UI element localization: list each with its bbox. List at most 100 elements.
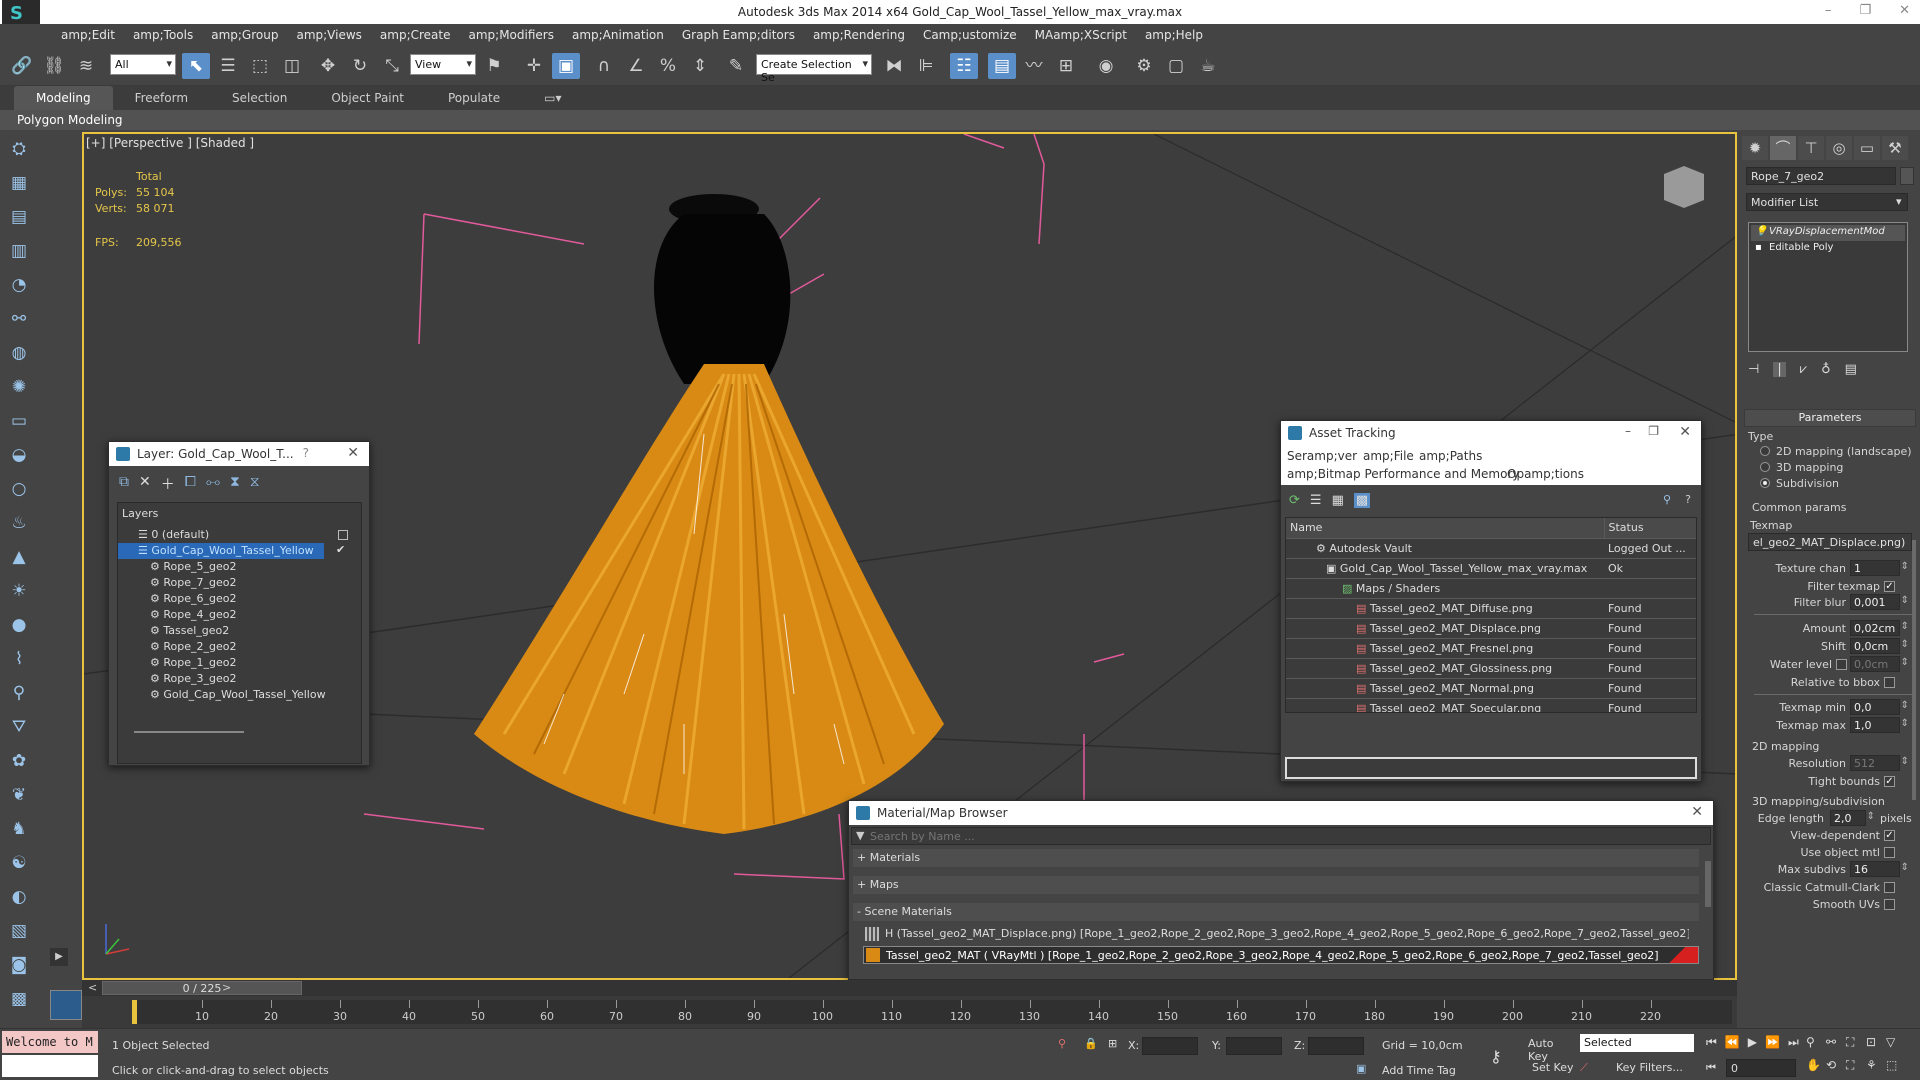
menu-graph-editors[interactable]: Graph Eamp;ditors [673,24,804,46]
set-key-icon[interactable]: ⟋ [1580,1061,1588,1075]
menu-animation[interactable]: amp;Animation [563,24,673,46]
menu-create[interactable]: amp;Create [371,24,460,46]
select-object-icon[interactable]: ⬉ [182,53,210,79]
tool-icon[interactable]: ☯ [6,850,32,876]
ribbon-options-icon[interactable]: ▭▾ [522,86,583,110]
tool-icon[interactable]: ♨ [6,510,32,536]
named-selection-sets-dropdown[interactable]: Create Selection Se [756,54,872,84]
create-tab-icon[interactable]: ✹ [1742,136,1768,160]
tool-icon[interactable]: ◐ [6,884,32,910]
walk-through-icon[interactable]: ⚘ [1866,1058,1886,1073]
close-button[interactable]: ✕ [347,445,359,461]
polygon-modeling-panel[interactable]: Polygon Modeling [0,110,1920,130]
pin-stack-icon[interactable]: ⊣ [1748,362,1759,377]
object-name-field[interactable]: Rope_7_geo2 [1746,167,1896,185]
zoom-extents-all-icon[interactable]: ⊡ [1866,1035,1886,1050]
key-icon[interactable]: ⚷ [1490,1047,1502,1066]
max-subdivs-spinner[interactable]: 16 [1850,861,1909,877]
expand-icon[interactable]: ▪ [1755,242,1762,253]
curve-editor-icon[interactable]: 〰 [1020,53,1048,79]
key-mode-dropdown[interactable]: Selected [1580,1034,1694,1052]
menu-bitmap-performance[interactable]: amp;Bitmap Performance and Memory [1287,467,1520,481]
menu-modifiers[interactable]: amp;Modifiers [459,24,562,46]
set-key-button[interactable]: Set Key [1530,1059,1578,1077]
select-manipulate-icon[interactable]: ✛ [520,53,548,79]
tab-populate[interactable]: Populate [426,86,522,110]
expand-toolbar-icon[interactable]: ▶ [50,948,68,966]
select-by-name-icon[interactable]: ☰ [214,53,242,79]
use-object-mtl-checkbox[interactable] [1884,847,1895,858]
play-icon[interactable]: ▶ [1748,1035,1757,1050]
configure-sets-icon[interactable]: ▤ [1845,362,1857,377]
tool-icon[interactable]: ⛭ [6,136,32,162]
menu-rendering[interactable]: amp;Rendering [804,24,914,46]
bind-space-warp-icon[interactable]: ≋ [72,53,100,79]
filter-texmap-checkbox[interactable]: ✓ [1884,581,1895,592]
vault-icon[interactable]: ⚲ [1663,493,1671,506]
maxscript-listener[interactable]: Welcome to M [2,1031,98,1053]
tool-icon[interactable]: ▩ [6,986,32,1012]
selection-filter-dropdown[interactable]: All [110,54,176,75]
table-row[interactable]: ▤ Tassel_geo2_MAT_Glossiness.png Found [1286,658,1696,679]
layer-object-item[interactable]: ⚙ Rope_5_geo2 [118,559,354,575]
viewport-label[interactable]: [+] [Perspective ] [Shaded ] [86,136,254,150]
graphite-ribbon-icon[interactable]: ▤ [988,53,1016,79]
layer-manager-icon[interactable]: ☷ [950,53,978,79]
hierarchy-tab-icon[interactable]: ⊤ [1798,136,1824,160]
tab-object-paint[interactable]: Object Paint [309,86,426,110]
modifier-stack-item[interactable]: ▪ Editable Poly [1751,241,1905,257]
link-icon[interactable]: 🔗 [8,53,36,79]
tool-icon[interactable]: ▭ [6,408,32,434]
table-row[interactable]: ▤ Tassel_geo2_MAT_Fresnel.png Found [1286,638,1696,659]
key-mode-toggle-icon[interactable]: ⏮ [1706,1061,1716,1075]
column-status[interactable]: Status [1604,518,1696,539]
view-dependent-checkbox[interactable]: ✓ [1884,830,1895,841]
track-bar[interactable] [132,1000,1732,1024]
table-row[interactable]: ▤ Tassel_geo2_MAT_Normal.png Found [1286,678,1696,699]
refresh-icon[interactable]: ⟳ [1289,493,1300,508]
add-time-tag[interactable]: Add Time Tag [1382,1064,1456,1077]
modifier-list-dropdown[interactable]: Modifier List [1746,193,1908,211]
water-level-spinner[interactable]: 0,0cm [1850,656,1909,672]
tool-icon[interactable]: ✿ [6,748,32,774]
menu-help[interactable]: amp;Help [1136,24,1212,46]
close-button[interactable]: ✕ [1679,424,1691,440]
layer-object-item[interactable]: ⚙ Rope_4_geo2 [118,607,354,623]
viewcube[interactable] [1664,166,1704,208]
table-row[interactable]: ▣ Gold_Cap_Wool_Tassel_Yellow_max_vray.m… [1286,558,1696,579]
tool-icon[interactable]: ▧ [6,918,32,944]
vertical-scrollbar[interactable] [1705,861,1711,907]
add-to-layer-icon[interactable]: ＋ [161,474,175,494]
horizontal-scrollbar[interactable] [134,731,244,733]
next-frame-icon[interactable]: ⏩ [1765,1035,1780,1050]
scene-material-item-selected[interactable]: Tassel_geo2_MAT ( VRayMtl ) [Rope_1_geo2… [863,946,1699,964]
tool-icon[interactable]: ◙ [6,952,32,978]
go-to-start-icon[interactable]: ⏮ [1706,1035,1717,1050]
y-coordinate-field[interactable] [1226,1037,1282,1055]
list-view-icon[interactable]: ☰ [1310,493,1322,508]
zoom-all-icon[interactable]: ⚯ [1826,1035,1846,1050]
layer-object-item[interactable]: ⚙ Rope_3_geo2 [118,671,354,687]
layer-item[interactable]: ☰ 0 (default) [118,527,354,543]
maps-section[interactable]: + Maps [853,876,1699,894]
texmap-min-spinner[interactable]: 0,0 [1850,699,1909,715]
help-icon[interactable]: ? [1685,493,1691,506]
maxscript-mini-listener[interactable] [2,1055,98,1077]
render-setup-icon[interactable]: ⚙ [1130,53,1158,79]
object-color-swatch[interactable] [1900,167,1914,185]
current-frame-marker[interactable] [132,1000,137,1024]
display-tab-icon[interactable]: ▭ [1854,136,1880,160]
menu-views[interactable]: amp;Views [287,24,370,46]
region-zoom-icon[interactable]: ⬚ [1886,1058,1906,1073]
motion-tab-icon[interactable]: ◎ [1826,136,1852,160]
modify-tab-icon[interactable]: ⌒ [1770,136,1796,160]
selection-lock-icon[interactable]: 🔒 [1084,1037,1098,1050]
previous-frame-icon[interactable]: ⏪ [1725,1035,1740,1050]
layer-object-item[interactable]: ⚙ Tassel_geo2 [118,623,354,639]
table-row[interactable]: ▨ Maps / Shaders [1286,578,1696,599]
texmap-max-spinner[interactable]: 1,0 [1850,717,1909,733]
time-slider-thumb[interactable]: 0 / 225 [102,981,302,995]
minimize-button[interactable]: – [1825,3,1832,18]
lightbulb-icon[interactable]: 💡 [1755,226,1767,237]
smooth-uvs-checkbox[interactable] [1884,899,1895,910]
